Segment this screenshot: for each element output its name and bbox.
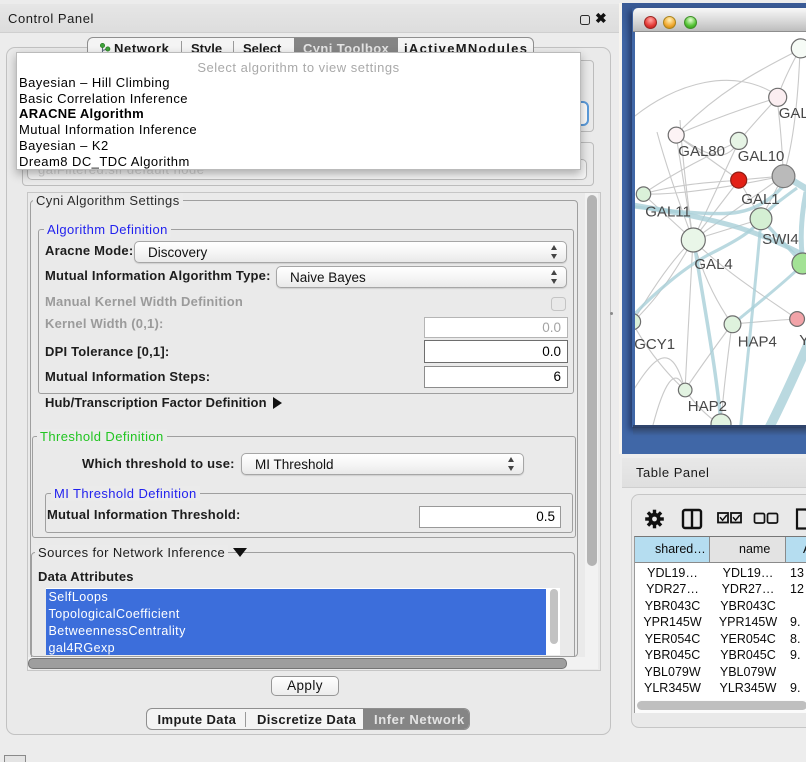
svg-text:GCY1: GCY1	[635, 336, 675, 353]
svg-text:SWI4: SWI4	[762, 231, 799, 248]
svg-text:GAL1: GAL1	[741, 191, 779, 208]
svg-text:HAP2: HAP2	[688, 398, 727, 415]
svg-text:GAL80: GAL80	[678, 143, 725, 160]
svg-text:Y: Y	[799, 332, 806, 349]
svg-text:GAL11: GAL11	[645, 204, 691, 221]
svg-text:GAL10: GAL10	[738, 148, 785, 165]
svg-text:GAL4: GAL4	[694, 256, 732, 273]
svg-text:GAL: GAL	[779, 105, 806, 122]
svg-text:HAP4: HAP4	[738, 334, 777, 351]
